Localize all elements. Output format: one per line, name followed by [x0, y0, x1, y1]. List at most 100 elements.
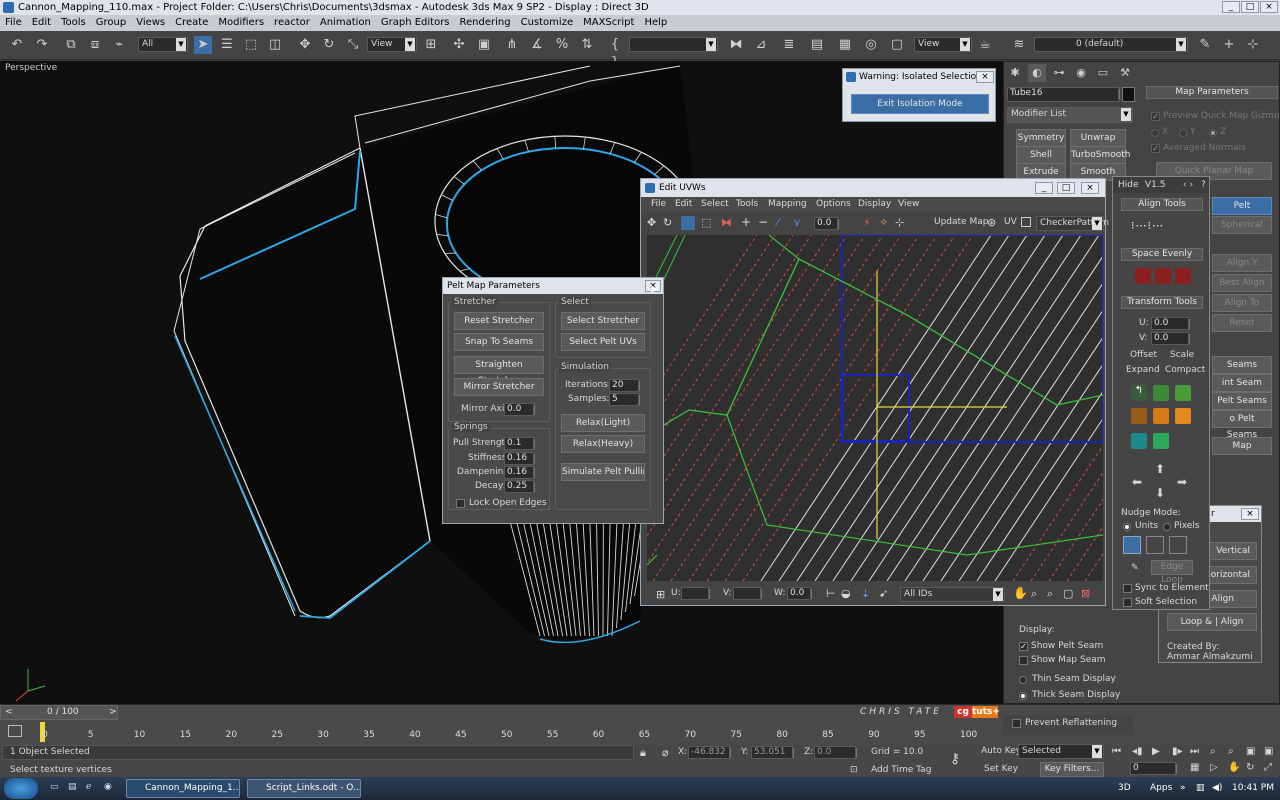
uv-absolute-icon[interactable]: ⊞ — [656, 588, 665, 601]
menu-edit[interactable]: Edit — [27, 15, 56, 31]
uv-target-weld-icon[interactable]: ⊹ — [895, 216, 904, 229]
uv-freeform-icon[interactable]: ⬚ — [701, 216, 711, 229]
uv-zoom-icon[interactable]: ⌕ — [1031, 587, 1037, 601]
schematic-view-icon[interactable]: ▦ — [836, 36, 854, 54]
show-map-seam-checkbox[interactable] — [1019, 656, 1028, 665]
rotate-icon[interactable] — [1153, 385, 1169, 401]
tray-network-icon[interactable]: ▥ — [1196, 783, 1205, 793]
shell-button[interactable]: Shell — [1016, 146, 1066, 164]
pixels-radio[interactable] — [1163, 523, 1171, 531]
maximize-button[interactable]: □ — [1241, 1, 1259, 13]
axis-y-radio[interactable] — [1179, 129, 1187, 137]
mirror-v-icon[interactable] — [1175, 408, 1191, 424]
hierarchy-tab-icon[interactable]: ⊶ — [1050, 64, 1068, 82]
undo-icon[interactable]: ↶ — [8, 36, 26, 54]
add-time-tag[interactable]: Add Time Tag — [871, 765, 931, 775]
unwrap-uvw-button[interactable]: Unwrap UVW — [1070, 129, 1126, 159]
help-label[interactable]: ? — [1201, 180, 1206, 190]
angle-snap-icon[interactable]: ∡ — [528, 36, 546, 54]
next-frame-icon[interactable]: ▮▸ — [1172, 746, 1183, 757]
y-field[interactable]: 53.051 — [751, 746, 794, 759]
prev-frame-icon[interactable]: ◂▮ — [1132, 746, 1143, 757]
uv-contract-icon[interactable]: − — [758, 215, 768, 229]
mirror-icon[interactable]: ⧓ — [727, 36, 745, 54]
render-view-dropdown[interactable]: View — [914, 37, 972, 52]
uv-menu-display[interactable]: Display — [858, 197, 891, 212]
select-by-name-icon[interactable]: ☰ — [218, 36, 236, 54]
spherical-button[interactable]: Spherical — [1212, 216, 1272, 234]
update-map-button[interactable]: Update Map — [934, 217, 988, 227]
zoom-extents-icon[interactable]: ▣ — [1246, 746, 1255, 757]
decay-field[interactable]: 0.25 — [504, 480, 535, 493]
tray-apps[interactable]: Apps — [1150, 783, 1172, 793]
close-button[interactable]: × — [1260, 1, 1278, 13]
percent-snap-icon[interactable]: % — [553, 36, 571, 54]
fov-icon[interactable]: ▷ — [1210, 762, 1218, 773]
explorer-icon[interactable]: ▤ — [68, 782, 77, 792]
object-color-swatch[interactable] — [1122, 87, 1135, 102]
v-field[interactable]: 0.0 — [1151, 332, 1190, 345]
curve-editor-icon[interactable]: ▤ — [808, 36, 826, 54]
edge-loop-button[interactable]: Edge Loop — [1151, 560, 1193, 585]
uv-menu-tools[interactable]: Tools — [736, 197, 758, 212]
pelt-seams-button[interactable]: Pelt Seams — [1212, 392, 1272, 410]
modify-tab-icon[interactable]: ◐ — [1028, 64, 1046, 82]
uv-w-field[interactable]: 0.0 — [787, 587, 812, 600]
reference-coord-dropdown[interactable]: View — [367, 37, 417, 52]
create-layer-icon[interactable]: ✎ — [1196, 36, 1214, 54]
uv-checker-icon[interactable]: ⊛ — [987, 216, 996, 229]
play-icon[interactable]: ▶ — [1152, 746, 1160, 757]
dampening-field[interactable]: 0.16 — [504, 466, 535, 479]
best-align-button[interactable]: Best Align — [1212, 274, 1272, 292]
layers-icon[interactable]: ≋ — [1010, 36, 1028, 54]
menu-views[interactable]: Views — [131, 15, 170, 31]
bind-space-warp-icon[interactable]: ⌁ — [110, 36, 128, 54]
menu-tools[interactable]: Tools — [56, 15, 91, 31]
lock-open-edges-checkbox[interactable] — [456, 499, 465, 508]
z-field[interactable]: 0.0 — [814, 746, 857, 759]
transform-tools-rollout[interactable]: Transform Tools — [1121, 296, 1203, 309]
uv-falloff-type-icon[interactable]: ⋎ — [793, 216, 801, 229]
menu-modifiers[interactable]: Modifiers — [213, 15, 269, 31]
tray-arrow-icon[interactable]: » — [1180, 783, 1186, 793]
relax-heavy-button[interactable]: Relax(Heavy) — [561, 435, 645, 453]
mirror-stretcher-button[interactable]: Mirror Stretcher — [454, 378, 544, 396]
menu-customize[interactable]: Customize — [516, 15, 579, 31]
uv-maximize-button[interactable]: □ — [1057, 182, 1075, 194]
straighten-stretcher-button[interactable]: Straighten Stretcher — [454, 356, 544, 386]
uv-v-field[interactable] — [733, 587, 762, 600]
menu-file[interactable]: File — [0, 15, 27, 31]
map-button[interactable]: Map — [1212, 437, 1272, 455]
keyboard-shortcut-icon[interactable]: ▣ — [475, 36, 493, 54]
uv-show-map-icon[interactable] — [1021, 217, 1031, 227]
menu-rendering[interactable]: Rendering — [455, 15, 516, 31]
nudge-up-icon[interactable]: ⬆ — [1155, 462, 1165, 476]
minimize-button[interactable]: _ — [1222, 1, 1240, 13]
select-loop-icon[interactable] — [1169, 536, 1187, 554]
show-pelt-seam-checkbox[interactable]: ✓ — [1019, 642, 1028, 651]
uv-menu-options[interactable]: Options — [816, 197, 851, 212]
uv-zoom-region-icon[interactable]: ⌕ — [1047, 587, 1053, 601]
time-slider[interactable]: < 0 / 100 > — [0, 705, 118, 720]
time-next-icon[interactable]: > — [109, 706, 117, 719]
uv-channel-label[interactable]: UV — [1004, 217, 1017, 227]
menu-reactor[interactable]: reactor — [269, 15, 315, 31]
auto-key-button[interactable]: Auto Key — [981, 746, 1021, 756]
axis-z-radio[interactable] — [1209, 129, 1217, 137]
key-icon[interactable]: ⚷ — [950, 751, 960, 767]
soft-selection-checkbox[interactable] — [1123, 598, 1132, 607]
window-crossing-icon[interactable]: ◫ — [266, 36, 284, 54]
modifier-list-dropdown[interactable]: Modifier List — [1007, 107, 1133, 123]
time-config-icon[interactable]: ▦ — [1190, 762, 1199, 773]
point-seam-button[interactable]: int Seam — [1212, 374, 1272, 392]
select-pelt-uvs-button[interactable]: Select Pelt UVs — [561, 333, 645, 351]
scale-button[interactable]: Scale — [1170, 350, 1194, 360]
menu-graph-editors[interactable]: Graph Editors — [376, 15, 455, 31]
uv-menu-view[interactable]: View — [898, 197, 919, 212]
uv-menu-mapping[interactable]: Mapping — [768, 197, 807, 212]
go-to-end-icon[interactable]: ⏭ — [1190, 746, 1199, 757]
uv-hide-icon[interactable]: ◒ — [841, 587, 851, 600]
select-manipulate-icon[interactable]: ✣ — [450, 36, 468, 54]
align-points-icon[interactable]: ⁝⋯⁝⋯ — [1131, 219, 1191, 233]
key-filters-button[interactable]: Key Filters... — [1040, 762, 1104, 777]
